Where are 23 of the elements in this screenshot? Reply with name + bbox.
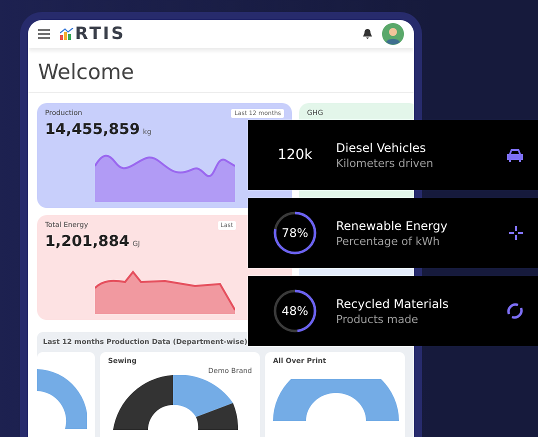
stat-subtitle: Kilometers driven (336, 156, 434, 170)
bell-icon[interactable] (363, 29, 372, 39)
app-logo: RTIS (75, 24, 126, 44)
sparkle-icon (508, 225, 524, 241)
donut-chart (37, 369, 87, 429)
stat-title: Diesel Vehicles (336, 140, 427, 154)
progress-ring (272, 210, 318, 256)
stat-value: 48% (282, 304, 308, 318)
menu-icon[interactable] (38, 29, 50, 39)
stat-title: Renewable Energy (336, 218, 448, 232)
progress-ring (272, 288, 318, 334)
bar-chart-icon (60, 28, 74, 40)
metric-value: 14,455,859 (45, 120, 140, 138)
metric-value: 1,201,884 (45, 232, 130, 250)
circle-arrows-icon (506, 302, 524, 320)
stat-subtitle: Percentage of kWh (336, 234, 441, 248)
stat-value: 78% (282, 226, 308, 240)
avatar-icon[interactable] (382, 23, 404, 45)
page-title: Welcome (28, 48, 414, 93)
stat-value: 120k (276, 147, 314, 163)
stat-subtitle: Products made (336, 312, 420, 326)
car-icon (506, 147, 524, 163)
stat-title: Recycled Materials (336, 296, 449, 310)
